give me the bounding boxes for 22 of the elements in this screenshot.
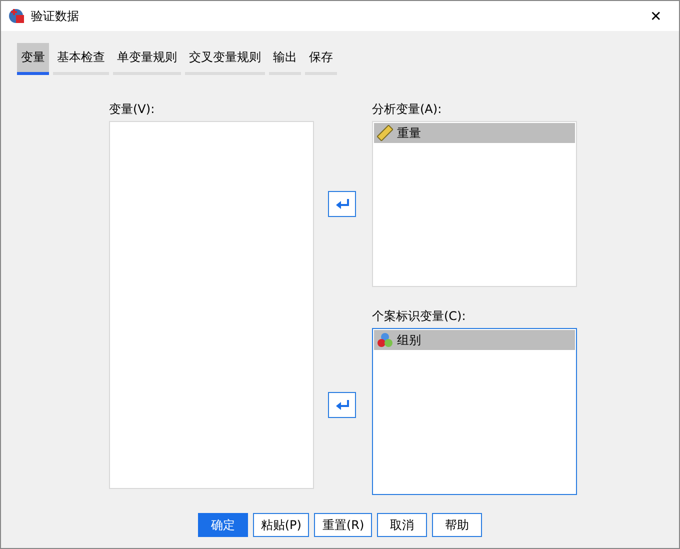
ruler-icon [377, 125, 393, 141]
dialog-button[interactable]: 取消 [377, 513, 428, 537]
list-item[interactable]: 重量 [374, 123, 575, 143]
circles-icon [377, 332, 393, 348]
dialog-button[interactable]: 确定 [198, 513, 248, 537]
move-button[interactable] [328, 392, 356, 418]
arrow-icon [335, 399, 349, 411]
move-button[interactable] [328, 191, 356, 217]
list-item[interactable]: 组别 [374, 330, 575, 350]
app-icon [9, 8, 25, 24]
arrow-icon [335, 198, 349, 210]
variable-list[interactable]: 组别 [372, 328, 577, 495]
dialog-button[interactable]: 重置(R) [314, 513, 372, 537]
list-label: 变量(V): [109, 101, 156, 118]
close-button[interactable]: ✕ [641, 2, 671, 30]
tab[interactable]: 变量 [17, 43, 49, 75]
window-title: 验证数据 [31, 8, 80, 24]
list-label: 分析变量(A): [372, 101, 443, 118]
variable-list[interactable]: 重量 [372, 121, 577, 287]
dialog-button[interactable]: 粘贴(P) [252, 513, 310, 537]
dialog-button[interactable]: 帮助 [432, 513, 482, 537]
list-label: 个案标识变量(C): [372, 308, 467, 325]
